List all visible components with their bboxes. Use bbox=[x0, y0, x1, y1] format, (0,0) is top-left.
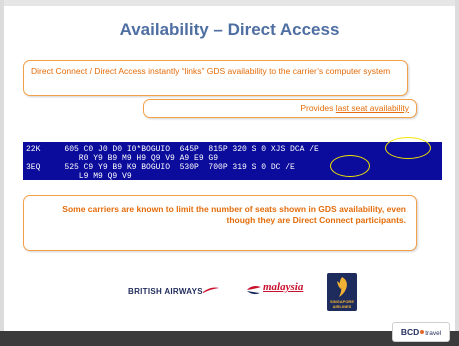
slide-title: Availability – Direct Access bbox=[119, 20, 340, 39]
malaysia-kite-icon bbox=[247, 286, 261, 295]
british-airways-swoosh-icon bbox=[203, 287, 219, 293]
top-rule bbox=[0, 0, 459, 6]
gds-terminal: 22K 605 C0 J0 D0 I0*BOGUIO 645P 815P 320… bbox=[23, 142, 442, 181]
airline-logos: BRITISH AIRWAYS malaysia SINGAPORE AIRLI… bbox=[0, 262, 459, 312]
singapore-airlines-logo: SINGAPORE AIRLINES bbox=[327, 273, 357, 311]
singapore-airlines-wordmark: SINGAPORE AIRLINES bbox=[327, 299, 357, 309]
callout-direct-connect: Direct Connect / Direct Access instantly… bbox=[23, 60, 408, 96]
terminal-line: L9 M9 Q9 V9 bbox=[26, 172, 132, 181]
callout-carrier-note: Some carriers are known to limit the num… bbox=[23, 195, 417, 251]
terminal-line: 3EQ 525 C9 Y9 B9 K9 BOGUIO 530P 700P 319… bbox=[26, 163, 295, 172]
bcd-wordmark: BCD bbox=[400, 327, 420, 337]
bcd-dot-icon bbox=[420, 330, 425, 335]
dc-highlight-circle bbox=[330, 155, 370, 177]
british-airways-logo: BRITISH AIRWAYS bbox=[128, 287, 203, 296]
travel-wordmark: travel bbox=[425, 330, 442, 337]
callout-last-seat-prefix: Provides bbox=[300, 103, 336, 113]
bcd-travel-logo: BCD travel bbox=[392, 322, 450, 342]
footer-bar bbox=[0, 331, 459, 346]
dca-highlight-circle bbox=[385, 137, 431, 159]
singapore-bird-icon bbox=[337, 277, 347, 297]
terminal-line: R0 Y9 B9 M9 H9 Q9 V9 A9 E9 G9 bbox=[26, 154, 219, 163]
terminal-line: 22K 605 C0 J0 D0 I0*BOGUIO 645P 815P 320… bbox=[26, 145, 319, 154]
slide: Availability – Direct Access Direct Conn… bbox=[0, 0, 459, 346]
last-seat-link[interactable]: last seat availability bbox=[336, 103, 409, 113]
callout-last-seat: Provides last seat availability bbox=[143, 99, 417, 118]
airlines-text: AIRLINES bbox=[332, 303, 352, 309]
malaysia-airlines-logo: malaysia bbox=[263, 281, 304, 293]
